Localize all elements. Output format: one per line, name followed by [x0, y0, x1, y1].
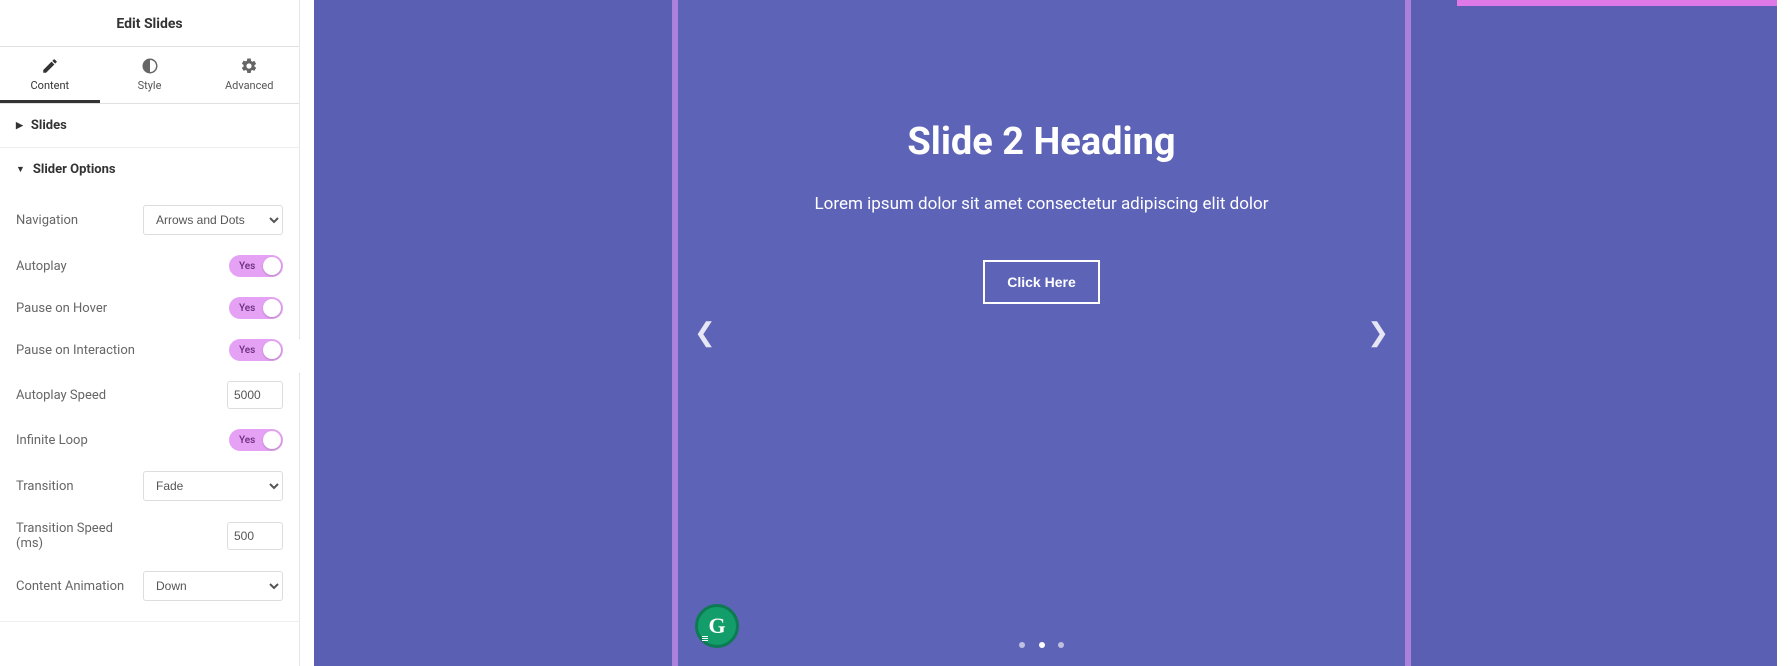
section-slider-options: ▼ Slider Options Navigation Arrows and D…	[0, 148, 299, 622]
editor-handle[interactable]	[1457, 0, 1777, 6]
section-slider-options-label: Slider Options	[33, 162, 116, 177]
content-animation-select[interactable]: Down	[143, 571, 283, 601]
caret-down-icon: ▼	[16, 164, 25, 175]
section-slides: ▶ Slides	[0, 104, 299, 148]
tab-label: Content	[31, 79, 70, 92]
section-slides-label: Slides	[31, 118, 67, 133]
slide-content: Slide 2 Heading Lorem ipsum dolor sit am…	[732, 120, 1351, 304]
transition-label: Transition	[16, 479, 143, 494]
sidebar: Edit Slides Content Style Advanced ▶ Sli…	[0, 0, 300, 666]
tab-label: Style	[138, 79, 162, 92]
badge-letter: G	[708, 613, 725, 639]
contrast-icon	[141, 57, 159, 75]
tab-advanced[interactable]: Advanced	[199, 47, 299, 103]
infinite-loop-label: Infinite Loop	[16, 433, 143, 448]
transition-speed-input[interactable]	[227, 522, 283, 550]
transition-speed-label: Transition Speed (ms)	[16, 521, 143, 551]
slide-dots	[672, 637, 1411, 652]
gear-icon	[240, 57, 258, 75]
tab-style[interactable]: Style	[100, 47, 200, 103]
slide-heading: Slide 2 Heading	[732, 120, 1351, 164]
panel-tabs: Content Style Advanced	[0, 47, 299, 104]
tab-content[interactable]: Content	[0, 47, 100, 103]
autoplay-speed-input[interactable]	[227, 381, 283, 409]
chevron-left-icon: ❮	[694, 318, 716, 348]
slide-next-button[interactable]: ❯	[1357, 308, 1399, 358]
pause-interaction-label: Pause on Interaction	[16, 343, 143, 358]
navigation-select[interactable]: Arrows and Dots	[143, 205, 283, 235]
pause-interaction-toggle[interactable]: Yes	[229, 339, 283, 361]
grammarly-badge[interactable]: G	[695, 604, 739, 648]
tab-label: Advanced	[225, 79, 273, 92]
slide-dot-1[interactable]	[1019, 642, 1025, 648]
content-animation-label: Content Animation	[16, 579, 143, 594]
preview-area: ❮ ❯ Slide 2 Heading Lorem ipsum dolor si…	[300, 0, 1791, 666]
pause-hover-label: Pause on Hover	[16, 301, 143, 316]
slide-prev-button[interactable]: ❮	[684, 308, 726, 358]
autoplay-toggle[interactable]: Yes	[229, 255, 283, 277]
navigation-label: Navigation	[16, 213, 143, 228]
caret-right-icon: ▶	[16, 121, 23, 131]
panel-title: Edit Slides	[0, 0, 299, 47]
infinite-loop-toggle[interactable]: Yes	[229, 429, 283, 451]
slide-canvas: ❮ ❯ Slide 2 Heading Lorem ipsum dolor si…	[672, 0, 1411, 666]
slide-dot-3[interactable]	[1058, 642, 1064, 648]
section-slider-options-header[interactable]: ▼ Slider Options	[0, 148, 299, 191]
section-slides-header[interactable]: ▶ Slides	[0, 104, 299, 147]
pause-hover-toggle[interactable]: Yes	[229, 297, 283, 319]
transition-select[interactable]: Fade	[143, 471, 283, 501]
chevron-right-icon: ❯	[1367, 318, 1389, 348]
slide-body: Lorem ipsum dolor sit amet consectetur a…	[782, 192, 1302, 218]
autoplay-speed-label: Autoplay Speed	[16, 388, 143, 403]
pencil-icon	[41, 57, 59, 75]
slide-cta-button[interactable]: Click Here	[983, 260, 1099, 304]
slide-dot-2[interactable]	[1039, 642, 1045, 648]
autoplay-label: Autoplay	[16, 259, 143, 274]
